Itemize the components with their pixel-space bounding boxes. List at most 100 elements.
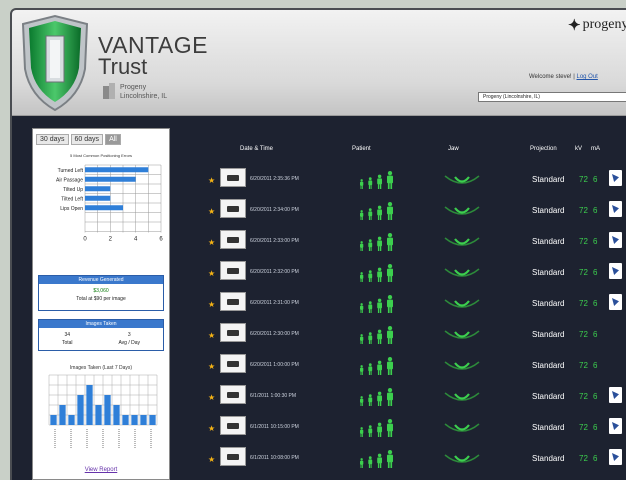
- table-row[interactable]: ★ 6/20/2011 2:30:00 PM Standard 72 6: [202, 321, 626, 351]
- table-row[interactable]: ★ 6/20/2011 2:34:00 PM Standard 72 6: [202, 197, 626, 227]
- table-row[interactable]: ★ 6/1/2011 10:08:00 PM Standard 72 6: [202, 445, 626, 475]
- errors-bar: [85, 205, 123, 211]
- period-60-days[interactable]: 60 days: [70, 134, 104, 145]
- errors-bar: [85, 176, 136, 182]
- xray-thumbnail-icon[interactable]: [220, 199, 246, 218]
- xray-thumbnail-icon[interactable]: [220, 416, 246, 435]
- row-kv: 72: [579, 454, 588, 463]
- table-row[interactable]: ★ 6/1/2011 10:15:00 PM Standard 72 6: [202, 414, 626, 444]
- welcome-message: Welcome steve!: [529, 74, 572, 80]
- row-projection: Standard: [532, 175, 565, 184]
- star-icon[interactable]: ★: [208, 424, 215, 433]
- images-bar: [131, 415, 138, 425]
- document-icon[interactable]: [609, 418, 622, 434]
- images-total-value: 34: [64, 332, 71, 338]
- images-avg-value: 3: [127, 332, 131, 338]
- patient-figures-icon: [360, 326, 393, 344]
- view-report-link[interactable]: View Report: [33, 467, 169, 473]
- xray-thumbnail-icon[interactable]: [220, 230, 246, 249]
- table-row[interactable]: ★ 6/20/2011 2:33:00 PM Standard 72 6: [202, 228, 626, 258]
- document-icon[interactable]: [609, 232, 622, 248]
- table-row[interactable]: ★ 6/20/2011 1:00:00 PM Standard 72 6: [202, 352, 626, 382]
- period-30-days[interactable]: 30 days: [36, 134, 69, 145]
- images-taken-box: Images Taken 34 Total 3 Avg / Day: [38, 319, 164, 351]
- patient-figures-icon: [360, 233, 393, 251]
- images-axis-ticks: [54, 429, 152, 449]
- welcome-text: Welcome steve! | Log Out: [529, 74, 598, 80]
- table-row[interactable]: ★ 6/20/2011 2:31:00 PM Standard 72 6: [202, 290, 626, 320]
- images-taken-values: 34 Total 3 Avg / Day: [39, 331, 163, 347]
- document-icon[interactable]: [609, 387, 622, 403]
- star-icon[interactable]: ★: [208, 269, 215, 278]
- row-datetime: 6/20/2011 2:32:00 PM: [250, 269, 299, 275]
- table-row[interactable]: ★ 6/20/2011 2:35:36 PM Standard 72 6: [202, 166, 626, 196]
- images-total: 34 Total: [62, 331, 73, 347]
- row-ma: 6: [593, 423, 598, 432]
- star-icon[interactable]: ★: [208, 331, 215, 340]
- star-icon[interactable]: ★: [208, 300, 215, 309]
- jaw-arch-icon: [444, 237, 480, 246]
- table-row[interactable]: ★ 6/1/2011 1:00:30 PM Standard 72 6: [202, 383, 626, 413]
- header-date-time[interactable]: Date & Time: [240, 146, 273, 152]
- header-projection[interactable]: Projection: [530, 146, 557, 152]
- header-ma[interactable]: mA: [591, 146, 600, 152]
- images-bar: [95, 405, 102, 425]
- row-ma: 6: [593, 330, 598, 339]
- xray-thumbnail-icon[interactable]: [220, 168, 246, 187]
- row-kv: 72: [579, 299, 588, 308]
- errors-bar: [85, 195, 111, 201]
- row-kv: 72: [579, 330, 588, 339]
- row-datetime: 6/20/2011 2:33:00 PM: [250, 238, 299, 244]
- header-jaw[interactable]: Jaw: [448, 146, 459, 152]
- star-icon[interactable]: ★: [208, 207, 215, 216]
- revenue-value: $3,060: [93, 288, 109, 294]
- errors-tick-label: 4: [134, 237, 138, 243]
- site-select[interactable]: Progeny (Lincolnshire, IL) ▼: [478, 92, 626, 102]
- stats-panel: 30 days 60 days All 5 Most Common Positi…: [32, 128, 170, 480]
- star-icon[interactable]: ★: [208, 238, 215, 247]
- progeny-mark-icon: ✦: [568, 17, 581, 34]
- errors-tick-label: 0: [83, 237, 87, 243]
- brand-name: VANTAGE: [98, 32, 208, 58]
- star-icon[interactable]: ★: [208, 176, 215, 185]
- xray-thumbnail-icon[interactable]: [220, 261, 246, 280]
- progeny-logo: ✦ progeny: [568, 16, 626, 34]
- patient-figures-icon: [360, 419, 393, 437]
- document-icon[interactable]: [609, 294, 622, 310]
- xray-thumbnail-icon[interactable]: [220, 292, 246, 311]
- document-icon[interactable]: [609, 449, 622, 465]
- app-header: VANTAGE Trust Progeny Lincolnshire, IL ✦…: [12, 10, 626, 116]
- xray-thumbnail-icon[interactable]: [220, 447, 246, 466]
- xray-thumbnail-icon[interactable]: [220, 385, 246, 404]
- star-icon[interactable]: ★: [208, 393, 215, 402]
- xray-thumbnail-icon[interactable]: [220, 354, 246, 373]
- row-projection: Standard: [532, 330, 565, 339]
- positioning-errors-chart: Turned Left Air Passage Tilted Up Tilted Le…: [56, 164, 163, 243]
- row-kv: 72: [579, 175, 588, 184]
- period-all[interactable]: All: [105, 134, 121, 145]
- row-projection: Standard: [532, 454, 565, 463]
- row-projection: Standard: [532, 206, 565, 215]
- document-icon[interactable]: [609, 170, 622, 186]
- images-total-label: Total: [61, 340, 73, 346]
- star-icon[interactable]: ★: [208, 362, 215, 371]
- images-avg-label: Avg / Day: [118, 340, 141, 346]
- jaw-arch-icon: [444, 361, 480, 370]
- header-kv[interactable]: kV: [575, 146, 582, 152]
- patient-figures-icon: [360, 388, 393, 406]
- document-icon[interactable]: [609, 263, 622, 279]
- logout-link[interactable]: Log Out: [576, 74, 597, 80]
- patient-figures-icon: [360, 171, 393, 189]
- star-icon[interactable]: ★: [208, 455, 215, 464]
- table-row[interactable]: ★ 6/20/2011 2:32:00 PM Standard 72 6: [202, 259, 626, 289]
- xray-thumbnail-icon[interactable]: [220, 323, 246, 342]
- row-ma: 6: [593, 361, 598, 370]
- document-icon[interactable]: [609, 201, 622, 217]
- errors-category-label: Turned Left: [58, 168, 84, 174]
- images-bar: [59, 405, 66, 425]
- patient-figures-icon: [360, 295, 393, 313]
- header-patient[interactable]: Patient: [352, 146, 371, 152]
- site-name: Progeny Lincolnshire, IL: [120, 83, 167, 101]
- patient-figures-icon: [360, 264, 393, 282]
- images-avg: 3 Avg / Day: [118, 331, 140, 347]
